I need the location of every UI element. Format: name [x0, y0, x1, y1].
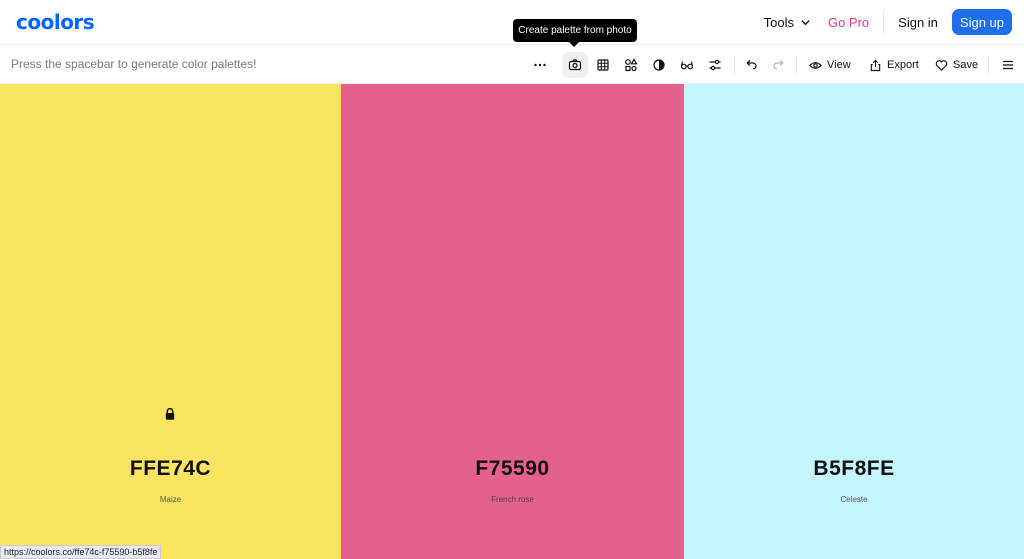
sliders-icon — [709, 59, 721, 71]
color-name: Celeste — [840, 495, 868, 504]
contrast-button[interactable] — [646, 52, 672, 78]
palette: FFE74C Maize F75590 French rose B5F8FE C… — [0, 84, 1024, 559]
view-button[interactable]: View — [809, 52, 851, 78]
sign-in-link[interactable]: Sign in — [898, 15, 938, 30]
color-blindness-button[interactable] — [674, 52, 700, 78]
status-url: https://coolors.co/ffe74c-f75590-b5f8fe — [0, 545, 162, 559]
toolbar-icons: View Export Save — [0, 45, 1024, 84]
color-column[interactable]: FFE74C Maize — [0, 84, 341, 559]
tools-label: Tools — [763, 14, 794, 30]
color-column[interactable]: F75590 French rose — [341, 84, 684, 559]
top-nav: coolors Tools Go Pro Sign in Sign up — [0, 0, 1024, 45]
color-column[interactable]: B5F8FE Celeste — [684, 84, 1024, 559]
more-icon — [534, 63, 546, 67]
hex-code[interactable]: FFE74C — [0, 457, 341, 481]
redo-button[interactable] — [766, 52, 792, 78]
export-button[interactable]: Export — [869, 52, 919, 78]
coolors-logo[interactable]: coolors — [16, 10, 95, 34]
heart-icon — [935, 59, 948, 71]
nav-right: Tools Go Pro Sign in Sign up — [764, 0, 1012, 44]
tools-menu[interactable]: Tools — [764, 15, 811, 30]
shapes-icon — [625, 58, 638, 72]
nav-divider — [883, 11, 885, 33]
eye-icon — [809, 61, 822, 69]
adjust-palette-button[interactable] — [702, 52, 728, 78]
color-name: Maize — [159, 495, 182, 504]
toolbar-divider — [734, 56, 735, 74]
lock-icon[interactable] — [163, 407, 177, 421]
undo-icon — [746, 60, 757, 70]
hamburger-icon — [1003, 60, 1013, 70]
grid-view-button[interactable] — [590, 52, 616, 78]
hex-code[interactable]: B5F8FE — [684, 457, 1024, 481]
contrast-icon — [653, 59, 665, 71]
save-label: Save — [953, 59, 979, 71]
toolbar-divider — [988, 56, 989, 74]
camera-icon — [568, 59, 582, 71]
shapes-button[interactable] — [618, 52, 644, 78]
undo-button[interactable] — [738, 52, 764, 78]
glasses-icon — [680, 61, 694, 70]
chevron-down-icon — [801, 19, 810, 25]
toolbar-divider — [796, 56, 797, 74]
toolbar: Press the spacebar to generate color pal… — [0, 45, 1024, 84]
view-label: View — [827, 59, 851, 71]
share-icon — [870, 59, 881, 71]
go-pro-link[interactable]: Go Pro — [828, 15, 869, 30]
grid-icon — [597, 59, 609, 71]
tooltip: Create palette from photo — [513, 19, 637, 47]
export-label: Export — [887, 59, 919, 71]
more-options-button[interactable] — [527, 52, 553, 78]
save-button[interactable]: Save — [935, 52, 978, 78]
camera-button[interactable] — [562, 52, 588, 78]
hex-code[interactable]: F75590 — [341, 457, 684, 481]
redo-icon — [773, 60, 784, 70]
color-name: French rose — [491, 495, 534, 504]
sign-up-button[interactable]: Sign up — [951, 9, 1012, 35]
menu-button[interactable] — [995, 52, 1021, 78]
